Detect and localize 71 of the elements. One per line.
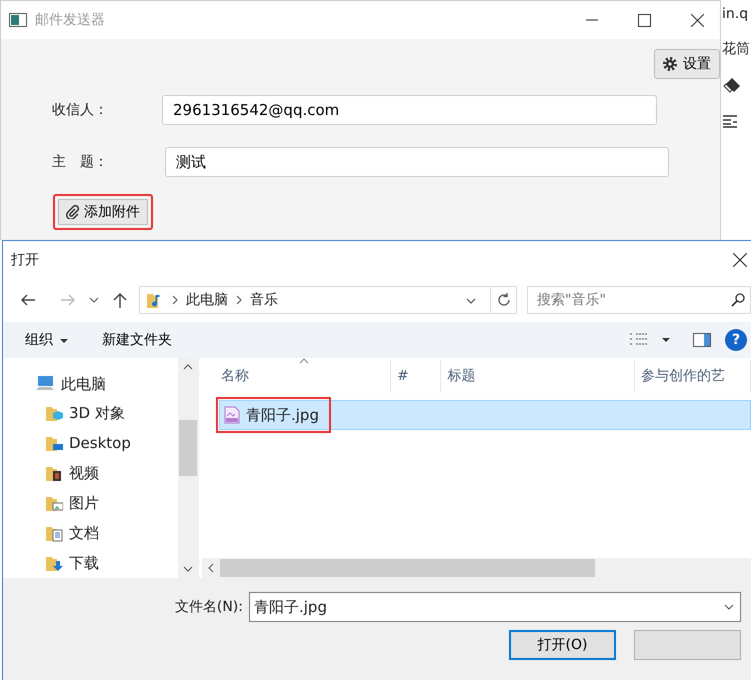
tree-item[interactable]: 此电脑: [35, 370, 178, 398]
caret-icon[interactable]: [661, 337, 671, 343]
column-header[interactable]: 标题: [441, 360, 635, 392]
chevron-right-icon: [172, 295, 178, 305]
breadcrumb-item[interactable]: 音乐: [250, 291, 278, 309]
folder-icon: [45, 524, 63, 542]
tree-item[interactable]: 文档: [45, 518, 178, 548]
scroll-thumb[interactable]: [220, 559, 595, 577]
caret-icon: [59, 338, 68, 342]
column-header[interactable]: 参与创作的艺: [634, 360, 751, 392]
paperclip-icon: [66, 205, 80, 219]
field-label: 主 题：: [52, 153, 109, 171]
file-name: 青阳子.jpg: [220, 401, 327, 429]
sort-caret-icon: [299, 358, 309, 364]
app-icon: [9, 13, 27, 27]
arrow-left-icon: [20, 294, 36, 306]
dialog-title: 打开: [11, 251, 40, 269]
window-title: 邮件发送器: [35, 11, 106, 29]
computer-icon: [35, 375, 55, 393]
folder-icon: [45, 434, 63, 452]
file-name-field[interactable]: 青阳子.jpg: [249, 592, 741, 622]
preview-pane-icon[interactable]: [693, 333, 711, 347]
chevron-left-icon[interactable]: [208, 563, 214, 573]
maximize-icon[interactable]: [638, 14, 651, 26]
scrollbar[interactable]: [202, 558, 751, 578]
column-header[interactable]: 名称: [215, 360, 392, 392]
new-folder-button[interactable]: 新建文件夹: [102, 331, 172, 349]
close-icon[interactable]: [733, 253, 747, 267]
folder-icon: [45, 494, 63, 512]
refresh-button[interactable]: [491, 286, 517, 314]
tree-item[interactable]: 下载: [45, 548, 178, 578]
image-file-icon: [224, 406, 240, 424]
field-label: 收信人：: [52, 101, 109, 119]
tree-item[interactable]: 图片: [45, 488, 178, 518]
help-button[interactable]: ?: [725, 329, 747, 351]
background-text: in.q: [722, 6, 750, 22]
field-label: 文件名(N):: [174, 598, 243, 616]
tree-item[interactable]: 视频: [45, 458, 178, 488]
chevron-right-icon: [236, 295, 242, 305]
folder-icon: [45, 404, 63, 422]
tree-item[interactable]: Desktop: [45, 428, 178, 458]
close-icon[interactable]: [691, 14, 704, 26]
arrow-right-icon: [60, 294, 76, 306]
gear-icon: [663, 57, 677, 71]
indent-icon: [722, 114, 738, 128]
folder-icon: [45, 464, 63, 482]
organize-menu[interactable]: 组织: [25, 331, 68, 349]
input-field[interactable]: 测试: [165, 147, 669, 177]
open-button[interactable]: 打开(O): [509, 630, 616, 660]
settings-button[interactable]: 设置: [654, 49, 720, 79]
folder-icon: [45, 554, 63, 572]
column-header[interactable]: #: [391, 360, 442, 392]
arrow-up-icon: [113, 292, 127, 308]
attach-button[interactable]: 添加附件: [53, 194, 153, 230]
chevron-down-icon: [724, 604, 734, 610]
scroll-thumb[interactable]: [179, 420, 197, 476]
input-field[interactable]: 2961316542@qq.com: [162, 95, 657, 125]
tree-item[interactable]: 3D 对象: [45, 398, 178, 428]
refresh-icon: [496, 293, 510, 307]
address-bar[interactable]: 此电脑 音乐: [139, 286, 491, 314]
file-row[interactable]: 青阳子.jpg: [219, 400, 751, 430]
scrollbar[interactable]: [178, 358, 198, 578]
chevron-up-icon[interactable]: [183, 364, 193, 370]
minimize-icon[interactable]: [586, 19, 598, 21]
search-icon: [731, 293, 745, 307]
chevron-down-icon[interactable]: [183, 566, 193, 572]
search-field[interactable]: 搜索"音乐": [527, 286, 751, 314]
chevron-down-icon: [89, 297, 99, 303]
chevron-down-icon: [466, 298, 476, 304]
background-text: 花筒: [722, 40, 751, 58]
breadcrumb-item[interactable]: 此电脑: [186, 291, 228, 309]
